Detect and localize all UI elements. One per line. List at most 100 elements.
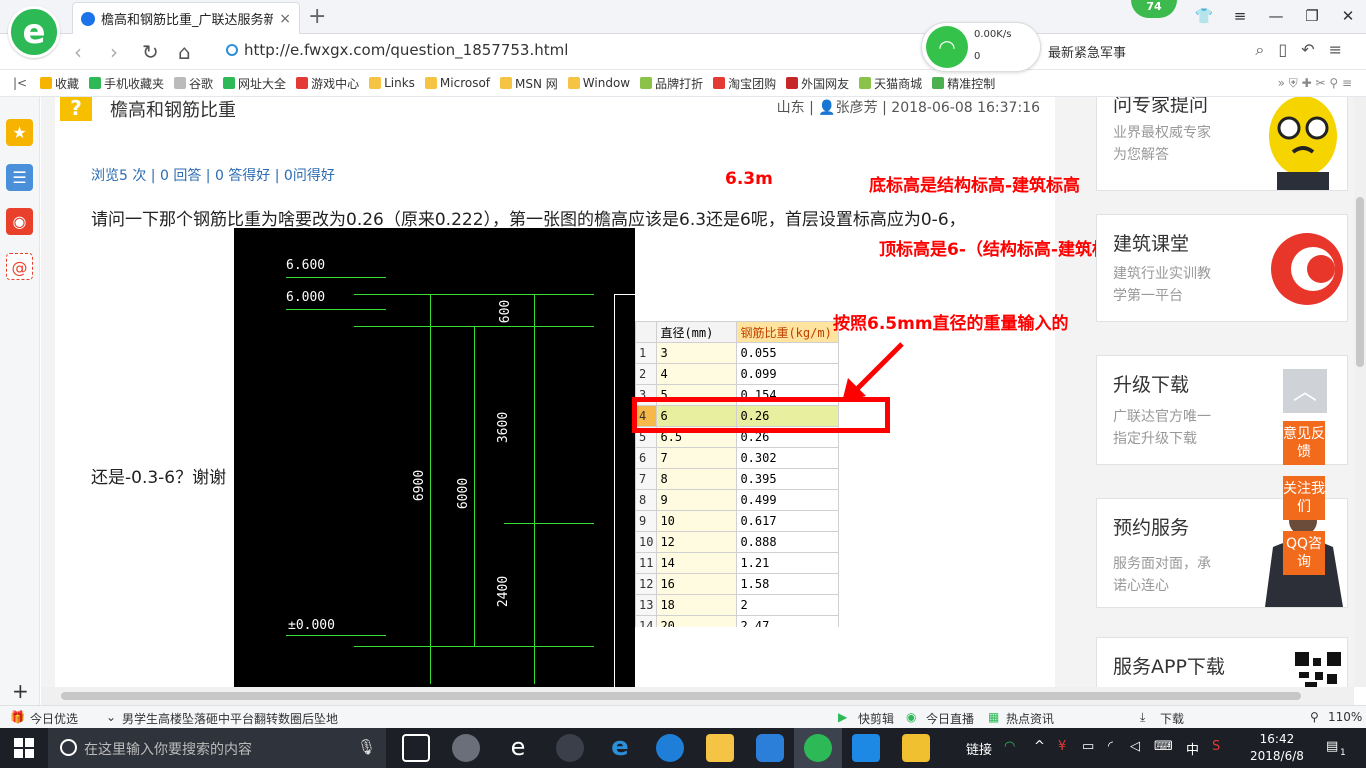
tab-active[interactable]: 檐高和钢筋比重_广联达服务新干 ×: [72, 2, 300, 34]
table-row[interactable]: 13 18 2: [635, 594, 839, 616]
weibo-icon[interactable]: ◉: [6, 208, 33, 235]
mic-icon[interactable]: 🎙: [357, 738, 376, 756]
bookmark-item[interactable]: 收藏: [40, 75, 79, 92]
scroll-top-button[interactable]: ︿: [1283, 369, 1327, 413]
battery-icon[interactable]: ▭: [1082, 739, 1094, 754]
author[interactable]: 张彦芳: [836, 100, 878, 116]
vertical-scrollbar[interactable]: [1354, 97, 1366, 687]
news-headline[interactable]: 男学生高楼坠落砸中平台翻转数圈后坠地: [122, 710, 338, 727]
volume-icon[interactable]: ◁: [1130, 739, 1140, 754]
more-icon[interactable]: ≡: [1329, 40, 1356, 59]
qq-button[interactable]: QQ咨询: [1283, 531, 1325, 575]
tab-close-icon[interactable]: ×: [279, 11, 291, 27]
browser-e-icon[interactable]: e: [504, 734, 532, 762]
table-row[interactable]: 2 4 0.099: [635, 363, 839, 385]
steel-weight-table[interactable]: 直径(mm) 钢筋比重(kg/m) 1 3 0.055 2 4 0.099 3 5 0.154 4…: [635, 321, 855, 627]
horizontal-scrollbar[interactable]: [41, 687, 1354, 705]
bookmark-item[interactable]: 谷歌: [174, 75, 213, 92]
bookmark-item[interactable]: 游戏中心: [296, 75, 359, 92]
wifi-tray-icon[interactable]: ◠: [1004, 739, 1015, 754]
keyboard-icon[interactable]: ⌨: [1154, 739, 1173, 754]
follow-button[interactable]: 关注我们: [1283, 476, 1325, 520]
undo-icon[interactable]: ↶: [1301, 40, 1328, 59]
back-icon[interactable]: ‹: [74, 40, 82, 64]
card-classroom[interactable]: 建筑课堂 建筑行业实训教 学第一平台: [1096, 214, 1348, 322]
live-link[interactable]: 今日直播: [926, 710, 974, 727]
star-icon[interactable]: ★: [6, 119, 33, 146]
table-row[interactable]: 14 20 2.47: [635, 615, 839, 627]
browser-logo-icon[interactable]: e: [8, 6, 60, 58]
menu-icon[interactable]: ≡: [1222, 0, 1258, 32]
list-icon[interactable]: ☰: [6, 164, 33, 191]
restore-icon[interactable]: ❐: [1294, 0, 1330, 32]
card-app-download[interactable]: 服务APP下载: [1096, 637, 1348, 687]
close-icon[interactable]: ✕: [1330, 0, 1366, 32]
bookmark-item[interactable]: 淘宝团购: [713, 75, 776, 92]
bookmark-item[interactable]: Window: [567, 75, 630, 92]
g-app-icon[interactable]: [556, 734, 584, 762]
quick-edit[interactable]: 快剪辑: [858, 710, 894, 727]
network-widget[interactable]: ◠ 0.00K/s 0: [921, 22, 1041, 72]
table-row[interactable]: 7 8 0.395: [635, 468, 839, 490]
table-row[interactable]: 11 14 1.21: [635, 552, 839, 574]
table-row[interactable]: 8 9 0.499: [635, 489, 839, 511]
skin-icon[interactable]: 👕: [1186, 0, 1222, 32]
pinwheel-app-icon[interactable]: [452, 734, 480, 762]
table-row[interactable]: 6 7 0.302: [635, 447, 839, 469]
mail-icon[interactable]: @: [6, 253, 33, 280]
feedback-button[interactable]: 意见反馈: [1283, 421, 1325, 465]
tray-yen-icon[interactable]: ¥: [1058, 739, 1066, 754]
today-picks[interactable]: 今日优选: [30, 710, 78, 727]
bookmark-item[interactable]: 网址大全: [223, 75, 286, 92]
table-row[interactable]: 9 10 0.617: [635, 510, 839, 532]
bookmark-item[interactable]: 外国网友: [786, 75, 849, 92]
zoom-level[interactable]: 110%: [1328, 710, 1362, 724]
tray-chevron-icon[interactable]: ^: [1034, 739, 1045, 754]
card-ask-expert[interactable]: 问专家提问 业界最权威专家 为您解答: [1096, 97, 1348, 191]
mobile-icon[interactable]: ▯: [1278, 40, 1301, 59]
new-tab-button[interactable]: +: [308, 4, 326, 29]
browser-green-icon[interactable]: [804, 734, 832, 762]
task-view-icon[interactable]: [402, 734, 430, 762]
network-icon[interactable]: ◜: [1108, 739, 1113, 754]
download-link[interactable]: 下载: [1160, 710, 1184, 727]
bookmark-item[interactable]: Links: [369, 75, 415, 92]
ie-icon[interactable]: [656, 734, 684, 762]
sidebar-toggle-icon[interactable]: |<: [0, 76, 40, 90]
bookmark-item[interactable]: 精准控制: [932, 75, 995, 92]
search-icon[interactable]: ⌕: [1255, 40, 1278, 59]
forward-icon[interactable]: ›: [110, 40, 118, 64]
ime-indicator[interactable]: 中: [1186, 739, 1199, 758]
table-row[interactable]: 1 3 0.055: [635, 342, 839, 364]
minimize-icon[interactable]: —: [1258, 0, 1294, 32]
refresh-icon[interactable]: ↻: [142, 40, 159, 64]
table-row[interactable]: 12 16 1.58: [635, 573, 839, 595]
home-icon[interactable]: ⌂: [178, 40, 191, 64]
plus-app-icon[interactable]: [852, 734, 880, 762]
bookmark-item[interactable]: 手机收藏夹: [89, 75, 164, 92]
taskbar-search[interactable]: 在这里输入你要搜索的内容 🎙: [48, 728, 386, 768]
folder-icon[interactable]: [706, 734, 734, 762]
scroll-thumb[interactable]: [61, 692, 1301, 700]
bookmark-item[interactable]: 天猫商城: [859, 75, 922, 92]
add-icon[interactable]: +: [12, 679, 29, 703]
edge-icon[interactable]: e: [606, 734, 634, 762]
bookmark-item[interactable]: 品牌打折: [640, 75, 703, 92]
notes-app-icon[interactable]: [902, 734, 930, 762]
glodon-g-icon[interactable]: [756, 734, 784, 762]
scroll-thumb[interactable]: [1356, 197, 1364, 367]
level-badge[interactable]: 74: [1131, 0, 1177, 18]
search-suggestion[interactable]: 最新紧急军事: [1048, 42, 1126, 61]
bookmark-tools[interactable]: » ⛨ ✚ ✂ ⚲ ≡: [1278, 76, 1352, 91]
hot-news[interactable]: 热点资讯: [1006, 710, 1054, 727]
address-bar[interactable]: http://e.fwxgx.com/question_1857753.html: [226, 41, 568, 59]
bookmark-item[interactable]: MSN 网: [500, 75, 558, 92]
chevron-down-icon[interactable]: ⌄: [106, 710, 116, 724]
cad-drawing[interactable]: 6.600 6.000 600 3600 6900 6000 2400 ±0.0…: [234, 228, 635, 687]
notification-icon[interactable]: ▤: [1326, 739, 1338, 754]
table-row[interactable]: 10 12 0.888: [635, 531, 839, 553]
province[interactable]: 山东: [777, 100, 805, 116]
sogou-icon[interactable]: S: [1212, 739, 1220, 754]
bookmark-item[interactable]: Microsof: [424, 75, 490, 92]
clock[interactable]: 16:42 2018/6/8: [1250, 731, 1304, 765]
